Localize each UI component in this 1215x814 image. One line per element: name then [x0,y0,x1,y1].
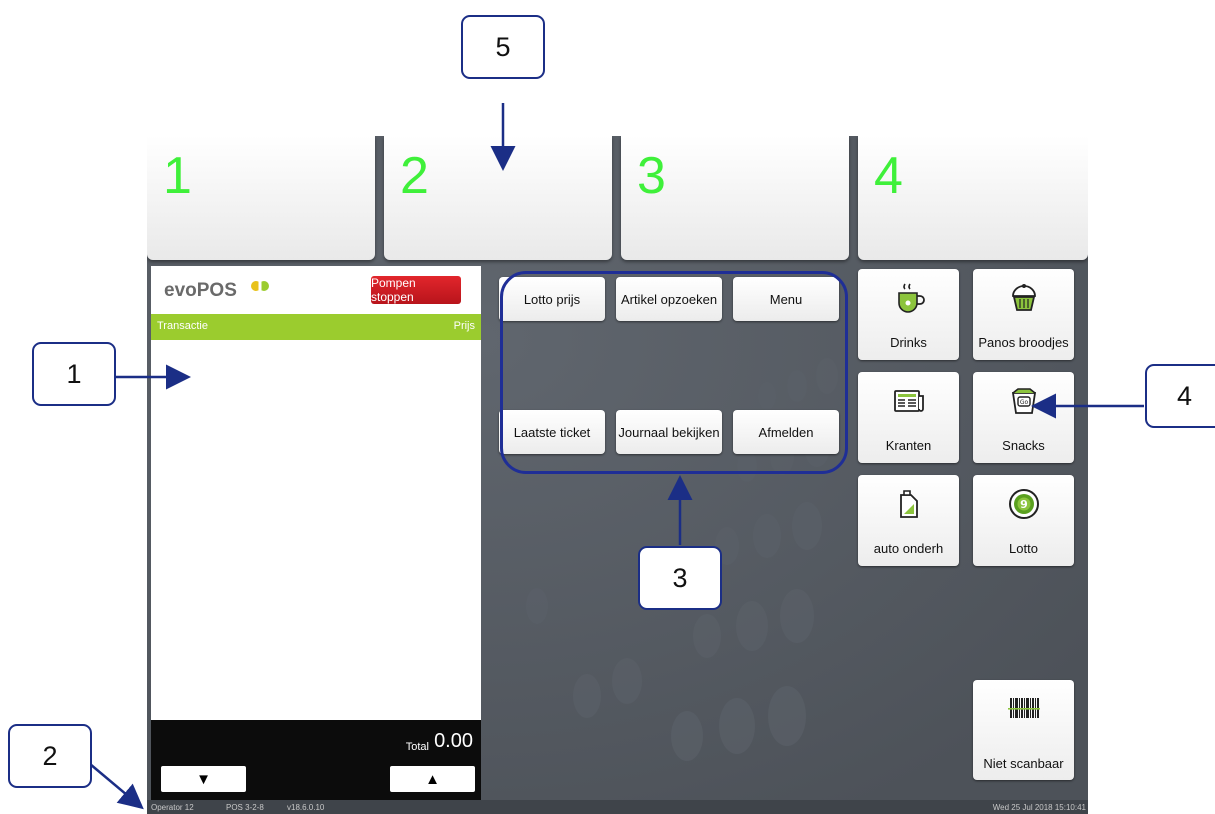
callout-3: 3 [638,546,722,610]
callout-5: 5 [461,15,545,79]
annotation-arrows [89,103,1144,810]
callout-1: 1 [32,342,116,406]
callout-2: 2 [8,724,92,788]
callout-4: 4 [1145,364,1215,428]
